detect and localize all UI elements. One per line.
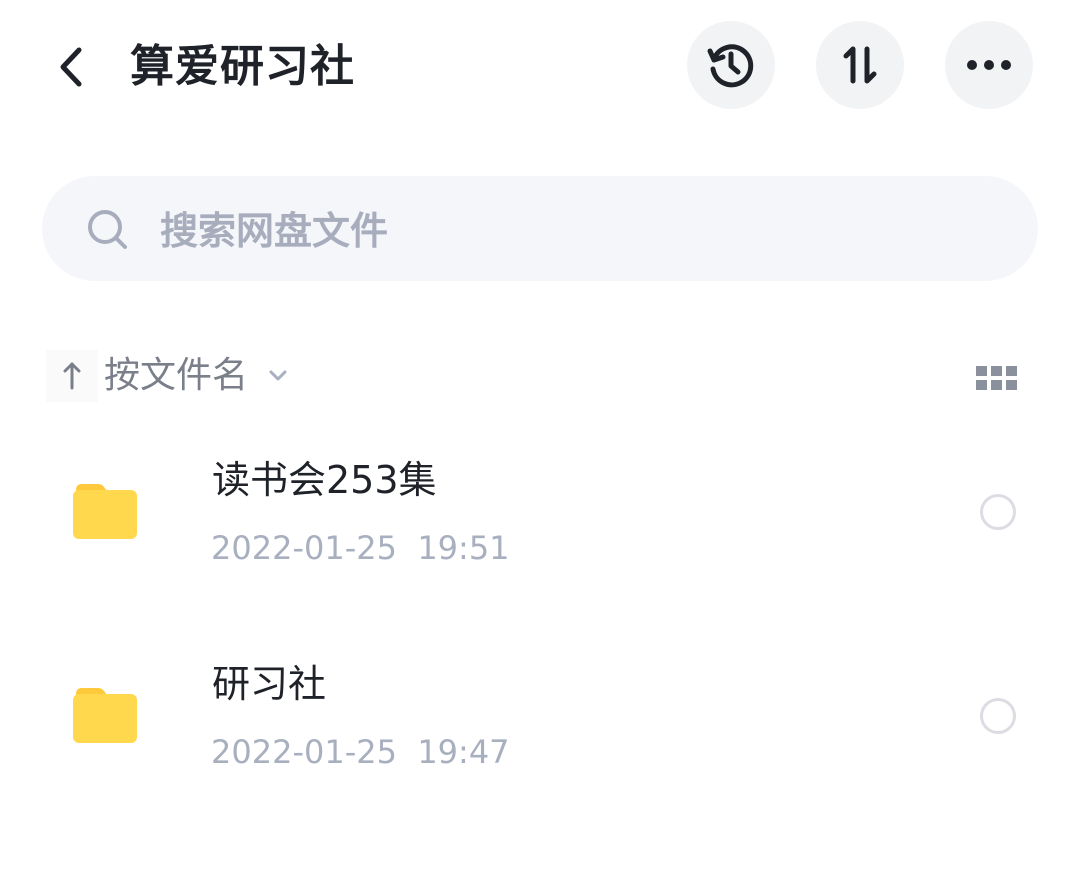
arrow-up-icon [63, 362, 81, 390]
search-placeholder: 搜索网盘文件 [160, 209, 389, 253]
sort-label: 按文件名 [104, 355, 249, 396]
header: 算爱研习社 [0, 0, 1080, 130]
app: 算爱研习社 搜索网盘文件 按文件名 读书会253集 2022-01-25 19:… [0, 0, 1080, 869]
sort-arrows-icon [843, 46, 877, 84]
more-dots-icon [967, 60, 1011, 70]
file-name: 研习社 [212, 662, 327, 706]
sort-button[interactable] [816, 21, 904, 109]
file-list-item[interactable]: 读书会253集 2022-01-25 19:51 [0, 430, 1080, 610]
history-button[interactable] [687, 21, 775, 109]
back-button[interactable] [48, 40, 92, 94]
page-title: 算爱研习社 [130, 41, 355, 92]
file-list-item[interactable]: 研习社 2022-01-25 19:47 [0, 634, 1080, 814]
select-radio[interactable] [980, 494, 1016, 530]
search-icon [88, 210, 127, 249]
more-button[interactable] [945, 21, 1033, 109]
select-radio[interactable] [980, 698, 1016, 734]
sort-direction-toggle[interactable] [46, 350, 98, 402]
file-date: 2022-01-25 19:47 [211, 733, 510, 771]
chevron-down-icon [268, 369, 288, 383]
file-name: 读书会253集 [212, 458, 437, 502]
file-date: 2022-01-25 19:51 [211, 529, 510, 567]
history-icon [707, 44, 754, 88]
folder-icon [73, 688, 137, 743]
grid-view-icon[interactable] [972, 360, 1020, 396]
sort-by-name-dropdown[interactable]: 按文件名 [46, 348, 288, 404]
chevron-left-icon [60, 47, 82, 87]
folder-icon [73, 484, 137, 539]
